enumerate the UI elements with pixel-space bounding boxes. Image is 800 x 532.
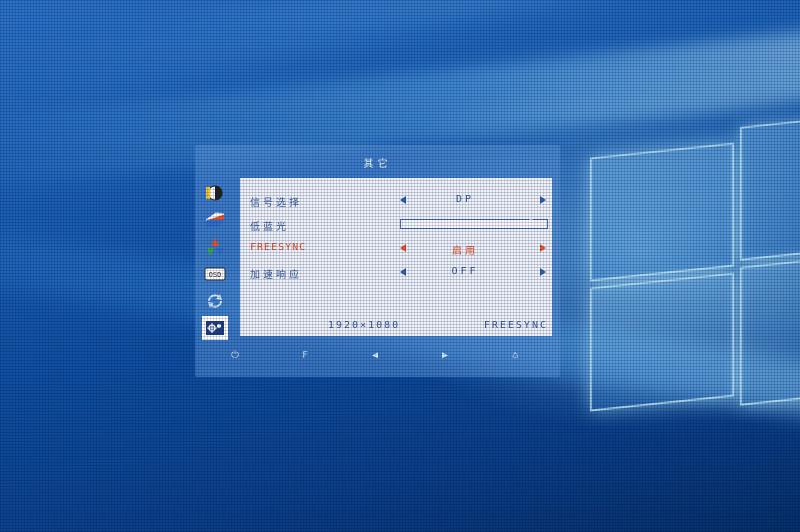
osd-status-bar: 1920×1080 FREESYNC xyxy=(328,320,548,331)
color-rgb-icon xyxy=(207,238,224,256)
osd-content-panel: 信号选择 DP 低蓝光 FREESYNC 启用 加速响应 OFF 1920×10… xyxy=(240,178,552,336)
arrow-left-icon[interactable] xyxy=(400,244,406,252)
light-beam xyxy=(0,0,800,123)
osd-key-hints: ⏻ F ◀ ▶ ⌂ xyxy=(225,350,525,361)
sidebar-item-other[interactable] xyxy=(202,316,228,340)
right-key-icon[interactable]: ▶ xyxy=(435,350,455,361)
menu-row-value: OFF xyxy=(451,266,479,277)
menu-row-label: 加速响应 xyxy=(250,270,302,281)
sidebar-item-osd[interactable]: OSD xyxy=(202,262,228,286)
sidebar-item-brightness[interactable] xyxy=(202,181,228,205)
arrow-right-icon[interactable] xyxy=(540,244,546,252)
f-key-icon[interactable]: F xyxy=(295,350,315,361)
display-mode-icon xyxy=(205,212,225,227)
sidebar-item-color[interactable] xyxy=(202,235,228,259)
sidebar-item-display[interactable] xyxy=(202,208,228,232)
other-settings-icon xyxy=(206,321,224,335)
arrow-left-icon[interactable] xyxy=(400,268,406,276)
arrow-right-icon[interactable] xyxy=(540,196,546,204)
menu-row-value: 启用 xyxy=(452,246,478,257)
arrow-right-icon[interactable] xyxy=(540,268,546,276)
windows-logo xyxy=(590,112,800,427)
brightness-contrast-icon xyxy=(206,185,223,201)
reset-icon xyxy=(208,294,222,308)
osd-sidebar: OSD xyxy=(202,181,236,343)
menu-row-overdrive[interactable]: 加速响应 OFF xyxy=(240,262,552,282)
windows-logo-pane xyxy=(590,142,734,282)
sidebar-item-reset[interactable] xyxy=(202,289,228,313)
menu-row-value: DP xyxy=(455,194,475,205)
windows-logo-pane xyxy=(740,113,800,261)
left-key-icon[interactable]: ◀ xyxy=(365,350,385,361)
low-blue-light-slider[interactable] xyxy=(400,219,548,229)
menu-key-icon[interactable]: ⌂ xyxy=(505,350,525,361)
arrow-left-icon[interactable] xyxy=(400,196,406,204)
sync-mode-readout: FREESYNC xyxy=(483,320,548,331)
windows-logo-pane xyxy=(590,272,734,412)
menu-row-label: FREESYNC xyxy=(250,242,307,253)
power-key-icon[interactable]: ⏻ xyxy=(225,350,245,361)
windows-logo-pane xyxy=(740,253,800,406)
osd-settings-icon: OSD xyxy=(204,267,226,281)
svg-text:OSD: OSD xyxy=(209,271,222,279)
monitor-osd-menu: 其它 OSD 信号选择 DP 低蓝光 FREESYNC 启用 加速响应 OFF … xyxy=(195,145,560,377)
menu-row-low-blue-light[interactable]: 低蓝光 xyxy=(240,214,552,234)
menu-row-label: 信号选择 xyxy=(250,198,302,209)
menu-row-freesync[interactable]: FREESYNC 启用 xyxy=(240,238,552,258)
resolution-readout: 1920×1080 xyxy=(328,320,401,331)
menu-row-label: 低蓝光 xyxy=(250,222,289,233)
low-blue-light-value: 0 xyxy=(528,218,535,229)
menu-row-signal[interactable]: 信号选择 DP xyxy=(240,190,552,210)
osd-title: 其它 xyxy=(363,159,392,170)
